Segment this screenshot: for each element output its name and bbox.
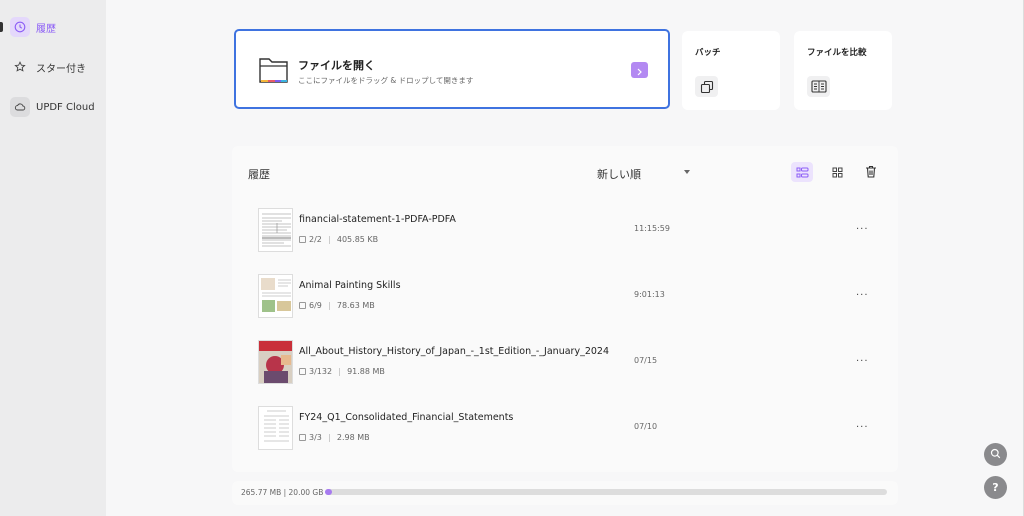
storage-text: 265.77 MB | 20.00 GB [241, 488, 324, 497]
page-count: 6/9 [309, 301, 322, 310]
file-name: financial-statement-1-PDFA-PDFA [299, 214, 456, 225]
page-count: 3/132 [309, 367, 333, 376]
help-button[interactable]: ? [984, 476, 1007, 499]
list-view-button[interactable] [791, 162, 813, 182]
pages-icon [299, 302, 306, 309]
sidebar-item-starred[interactable]: スター付き [10, 56, 86, 78]
file-time: 11:15:59 [634, 224, 670, 233]
file-name: Animal Painting Skills [299, 280, 401, 291]
page-count: 2/2 [309, 235, 322, 244]
folder-icon [258, 55, 290, 89]
table-row[interactable]: All_About_History_History_of_Japan_-_1st… [232, 336, 898, 396]
pages-icon [299, 236, 306, 243]
file-name: All_About_History_History_of_Japan_-_1st… [299, 346, 609, 357]
file-meta: 3/3 2.98 MB [299, 433, 370, 442]
help-icon: ? [992, 481, 999, 494]
file-time: 07/15 [634, 356, 658, 365]
star-icon [10, 57, 30, 77]
separator [339, 367, 341, 376]
file-size: 91.88 MB [347, 367, 385, 376]
open-file-card[interactable]: ファイルを開く ここにファイルをドラッグ & ドロップして開きます [234, 29, 670, 109]
trash-icon [865, 163, 877, 182]
file-time: 9:01:13 [634, 290, 665, 299]
history-panel: 履歴 新しい順 financial-statement-1-PDFA-PDFA … [232, 146, 898, 472]
more-options-icon[interactable]: ··· [856, 422, 869, 433]
clock-icon [10, 17, 30, 37]
chevron-right-icon [636, 61, 643, 80]
file-name: FY24_Q1_Consolidated_Financial_Statement… [299, 412, 514, 423]
pages-icon [299, 434, 306, 441]
file-size: 2.98 MB [336, 433, 370, 442]
more-options-icon[interactable]: ··· [856, 290, 869, 301]
history-title: 履歴 [248, 168, 270, 181]
file-thumbnail [258, 340, 293, 384]
search-icon [990, 448, 1001, 462]
cloud-icon [10, 97, 30, 117]
compare-card[interactable]: ファイルを比較 [794, 31, 892, 110]
compare-icon [807, 76, 830, 97]
more-options-icon[interactable]: ··· [856, 356, 869, 367]
storage-fill [325, 489, 333, 495]
file-meta: 6/9 78.63 MB [299, 301, 375, 310]
pages-icon [299, 368, 306, 375]
file-size: 78.63 MB [336, 301, 375, 310]
more-options-icon[interactable]: ··· [856, 224, 869, 235]
open-file-title: ファイルを開く [298, 59, 375, 72]
file-thumbnail [258, 406, 293, 450]
file-size: 405.85 KB [336, 235, 379, 244]
batch-icon [695, 76, 718, 97]
file-thumbnail [258, 274, 293, 318]
sidebar-item-cloud[interactable]: UPDF Cloud [10, 96, 95, 118]
file-meta: 2/2 405.85 KB [299, 235, 378, 244]
sidebar: 履歴 スター付き UPDF Cloud [0, 0, 106, 516]
storage-bar: 265.77 MB | 20.00 GB [232, 481, 898, 505]
sidebar-item-label: 履歴 [36, 23, 56, 35]
storage-track [325, 489, 887, 495]
open-arrow-button[interactable] [631, 62, 648, 78]
sidebar-item-label: スター付き [36, 63, 86, 75]
batch-card[interactable]: バッチ [682, 31, 780, 110]
caret-down-icon[interactable] [684, 170, 690, 174]
separator [328, 433, 330, 442]
batch-title: バッチ [695, 48, 721, 58]
open-file-subtitle: ここにファイルをドラッグ & ドロップして開きます [298, 76, 474, 85]
grid-view-icon [832, 163, 843, 182]
file-time: 07/10 [634, 422, 658, 431]
file-meta: 3/132 91.88 MB [299, 367, 385, 376]
table-row[interactable]: Animal Painting Skills 6/9 78.63 MB 9:01… [232, 270, 898, 330]
separator [328, 235, 330, 244]
page-count: 3/3 [309, 433, 322, 442]
search-button[interactable] [984, 443, 1007, 466]
sidebar-item-label: UPDF Cloud [36, 101, 95, 113]
file-thumbnail [258, 208, 293, 252]
list-view-icon [796, 163, 809, 182]
sort-dropdown[interactable]: 新しい順 [597, 166, 641, 182]
compare-title: ファイルを比較 [807, 48, 867, 58]
delete-button[interactable] [860, 162, 882, 182]
active-indicator [0, 22, 3, 32]
sidebar-item-history[interactable]: 履歴 [10, 16, 56, 38]
grid-view-button[interactable] [826, 162, 848, 182]
separator [328, 301, 330, 310]
table-row[interactable]: financial-statement-1-PDFA-PDFA 2/2 405.… [232, 204, 898, 264]
table-row[interactable]: FY24_Q1_Consolidated_Financial_Statement… [232, 402, 898, 462]
